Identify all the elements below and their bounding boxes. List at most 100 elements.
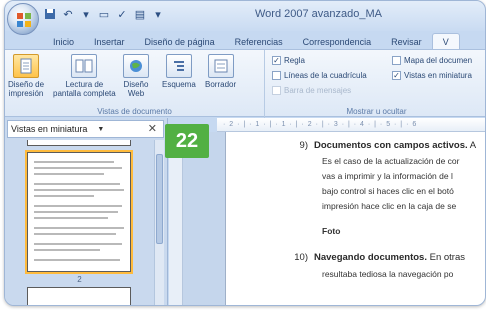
full-screen-reading-icon [71, 54, 98, 78]
save-icon[interactable] [43, 7, 57, 21]
thumbnail-line [34, 243, 122, 245]
full-screen-reading-label: Lectura de pantalla completa [53, 80, 116, 98]
tab-vista[interactable]: V [431, 33, 460, 50]
thumbnails-scrollbar[interactable] [154, 140, 164, 305]
thumbnails-list: 2 [7, 140, 152, 305]
draft-label: Borrador [205, 80, 237, 89]
thumbnail-line [34, 217, 108, 219]
thumbnail-line [34, 233, 116, 235]
ruler-checkbox[interactable]: ✓ Regla [272, 56, 305, 65]
office-logo-icon [17, 13, 31, 27]
outline-label: Esquema [162, 80, 196, 89]
list-item-text: A [467, 140, 477, 151]
gridlines-checkbox[interactable]: Líneas de la cuadrícula [272, 71, 367, 80]
thumbnails-pane: Vistas en miniatura ▼ ✕ 2 [5, 118, 168, 305]
thumbnail-line [34, 167, 122, 169]
thumbnail-line [34, 227, 124, 229]
group-show-hide: ✓ Regla Líneas de la cuadrícula Barra de… [266, 50, 485, 118]
ribbon: Diseño de impresión Lectura de pantalla … [5, 49, 485, 118]
checkbox-checked-icon: ✓ [392, 70, 401, 80]
thumbnails-label: Vistas en miniatura [404, 71, 472, 80]
thumbnail-page-3[interactable] [27, 287, 131, 305]
outline-button[interactable]: Esquema [162, 54, 196, 89]
title-bar: ↶ ▾ ▭ ✓ ▤ ▾ Word 2007 avanzado_MA [5, 1, 485, 35]
message-bar-checkbox: Barra de mensajes [272, 86, 351, 95]
group-document-views: Diseño de impresión Lectura de pantalla … [5, 50, 265, 118]
document-map-label: Mapa del documen [404, 56, 473, 65]
tab-correspondencia[interactable]: Correspondencia [293, 34, 382, 50]
tab-diseno-pagina[interactable]: Diseño de página [135, 34, 225, 50]
list-item-9: 9) Documentos con campos activos. A [286, 138, 477, 153]
quick-access-toolbar: ↶ ▾ ▭ ✓ ▤ ▾ [43, 7, 165, 21]
thumbnail-line [34, 259, 120, 261]
paragraph-line: Es el caso de la actualización de cor [322, 156, 460, 166]
thumbnail-line [34, 195, 94, 197]
group-label-show-hide: Mostrar u ocultar [346, 107, 407, 116]
thumbnail-line [34, 173, 104, 175]
scrollbar-thumb[interactable] [156, 154, 163, 244]
new-document-icon[interactable]: ▭ [97, 7, 111, 21]
group-label-document-views: Vistas de documento [97, 107, 172, 116]
document-page[interactable]: 9) Documentos con campos activos. A Es el… [225, 132, 485, 305]
paragraph-line: bajo control si haces clic en el botó [322, 186, 454, 196]
close-icon[interactable]: ✕ [148, 122, 157, 135]
dropdown-icon[interactable]: ▾ [79, 7, 93, 21]
thumbnails-checkbox[interactable]: ✓ Vistas en miniatura [392, 71, 472, 80]
message-bar-label: Barra de mensajes [284, 86, 352, 95]
thumbnail-line [34, 189, 124, 191]
checkbox-checked-icon: ✓ [272, 55, 281, 65]
thumbnails-pane-header: Vistas en miniatura ▼ ✕ [7, 120, 164, 138]
thumbnails-pane-title: Vistas en miniatura [11, 124, 88, 134]
word-window: ↶ ▾ ▭ ✓ ▤ ▾ Word 2007 avanzado_MA Inicio… [4, 0, 486, 306]
photo-caption: Foto [322, 226, 341, 236]
list-number: 9) [299, 140, 308, 151]
thumbnail-page-2[interactable] [25, 150, 133, 274]
paragraph-line: impresión hace clic en la caja de se [322, 201, 457, 211]
web-layout-button[interactable]: Diseño Web [123, 54, 149, 98]
customize-toolbar-icon[interactable]: ▾ [151, 7, 165, 21]
office-button[interactable] [7, 3, 39, 35]
outline-icon [165, 54, 192, 78]
ribbon-tabs: Inicio Insertar Diseño de página Referen… [43, 32, 460, 50]
list-number: 10) [294, 252, 308, 263]
draft-button[interactable]: Borrador [205, 54, 236, 89]
list-item-title: Navegando documentos. [314, 252, 427, 263]
thumbnail-page-number: 2 [77, 275, 82, 284]
print-layout-button[interactable]: Diseño de impresión [8, 54, 44, 98]
list-item-text: En otras [426, 252, 465, 263]
print-icon[interactable]: ▤ [133, 7, 147, 21]
web-layout-icon [123, 54, 149, 78]
thumbnail-line [34, 183, 120, 185]
checkbox-unchecked-icon [392, 56, 401, 65]
thumbnail-line [34, 161, 114, 163]
print-layout-label: Diseño de impresión [8, 80, 45, 98]
checkbox-unchecked-icon [272, 86, 281, 95]
full-screen-reading-button[interactable]: Lectura de pantalla completa [53, 54, 116, 98]
paragraph-line: vas a imprimir y la información de l [322, 171, 453, 181]
thumbnail-page-1[interactable] [27, 140, 131, 146]
spelling-icon[interactable]: ✓ [115, 7, 129, 21]
thumbnail-line [34, 211, 118, 213]
tab-insertar[interactable]: Insertar [84, 34, 135, 50]
tab-revisar[interactable]: Revisar [381, 34, 432, 50]
vertical-ruler[interactable] [169, 135, 183, 305]
ruler-label: Regla [284, 56, 305, 65]
tab-referencias[interactable]: Referencias [225, 34, 293, 50]
horizontal-ruler[interactable]: · 2 · | · 1 · | · 1 · | · 2 · | · 3 · | … [217, 118, 485, 132]
list-item-10: 10) Navegando documentos. En otras [286, 250, 465, 265]
draft-icon [207, 54, 234, 78]
tab-inicio[interactable]: Inicio [43, 34, 84, 50]
step-badge: 22 [165, 124, 209, 158]
print-layout-icon [13, 54, 40, 78]
web-layout-label: Diseño Web [123, 80, 149, 98]
thumbnail-line [34, 205, 122, 207]
paragraph-line: resultaba tediosa la navegación po [322, 269, 454, 279]
list-item-title: Documentos con campos activos. [314, 140, 468, 151]
pane-dropdown-icon[interactable]: ▼ [97, 126, 104, 133]
window-title: Word 2007 avanzado_MA [255, 8, 382, 20]
document-map-checkbox[interactable]: Mapa del documen [392, 56, 472, 65]
thumbnail-line [34, 249, 100, 251]
checkbox-unchecked-icon [272, 71, 281, 80]
undo-icon[interactable]: ↶ [61, 7, 75, 21]
gridlines-label: Líneas de la cuadrícula [284, 71, 367, 80]
